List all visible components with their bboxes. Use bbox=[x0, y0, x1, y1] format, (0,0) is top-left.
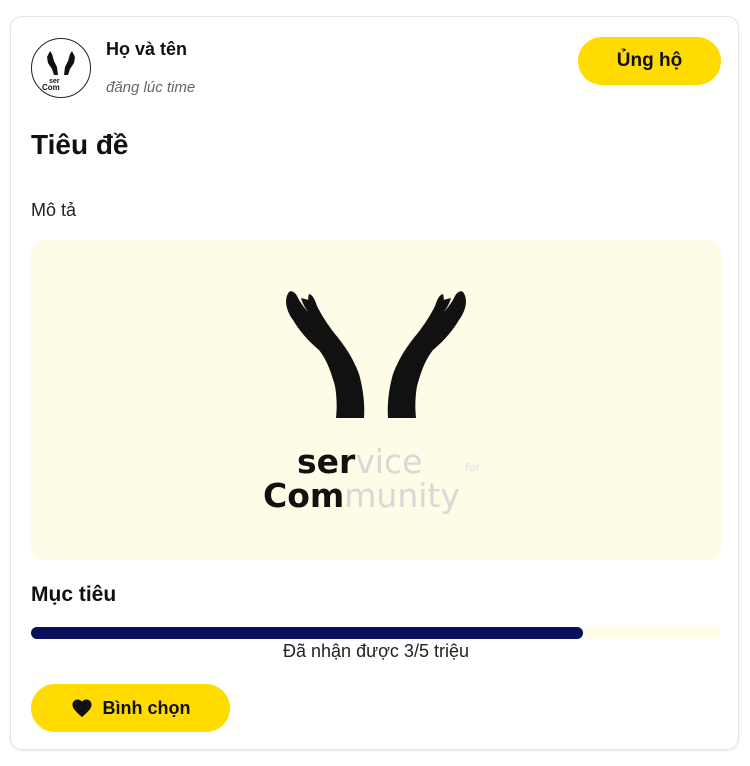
logo-for-text: for bbox=[465, 461, 481, 474]
avatar[interactable]: ser Com bbox=[31, 38, 91, 98]
author-name: Họ và tên bbox=[106, 39, 188, 59]
progress-text: Đã nhận được 3/5 triệu bbox=[283, 641, 469, 661]
post-card: ser Com Họ và tên đăng lúc time Ủng hộ T… bbox=[10, 16, 739, 750]
logo-line2-light: munity bbox=[344, 476, 460, 515]
progress-bar bbox=[31, 627, 721, 639]
vote-button[interactable]: Bình chọn bbox=[31, 684, 230, 732]
progress-fill bbox=[31, 627, 583, 639]
heart-icon bbox=[71, 699, 92, 718]
right-hand-shape bbox=[387, 291, 466, 418]
left-hand-shape bbox=[286, 291, 365, 418]
svg-text:Community: Community bbox=[263, 476, 460, 515]
post-title: Tiêu đề bbox=[31, 129, 129, 160]
post-description: Mô tả bbox=[31, 200, 77, 220]
service-community-logo-icon: ser Com bbox=[42, 51, 75, 92]
support-button[interactable]: Ủng hộ bbox=[578, 37, 721, 85]
service-community-logo-icon: service for Community bbox=[263, 291, 481, 515]
svg-text:Com: Com bbox=[42, 83, 60, 92]
post-time: đăng lúc time bbox=[106, 79, 196, 96]
goal-label: Mục tiêu bbox=[31, 583, 117, 606]
logo-line2-bold: Com bbox=[263, 476, 344, 515]
post-image: service for Community bbox=[31, 240, 721, 560]
vote-button-label: Bình chọn bbox=[102, 697, 191, 718]
